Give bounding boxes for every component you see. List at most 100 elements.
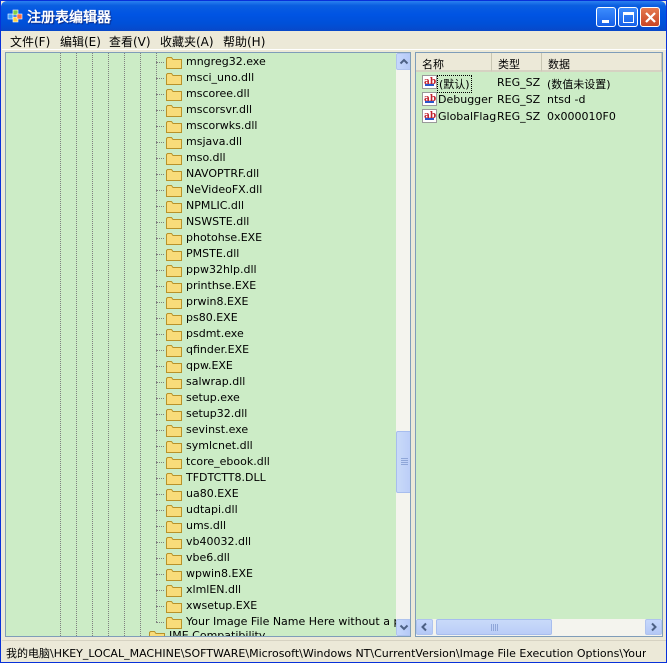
tree-item[interactable]: mscorwks.dll [6, 118, 392, 134]
registry-values-list[interactable]: 名称 类型 数据 ab (默认) REG_SZ (数值未设置) ab Debug… [415, 52, 663, 637]
tree-item[interactable]: msci_uno.dll [6, 70, 392, 86]
tree-item[interactable]: ums.dll [6, 518, 392, 534]
value-type: REG_SZ [497, 93, 541, 106]
tree-item[interactable]: printhse.EXE [6, 278, 392, 294]
tree-item[interactable]: NAVOPTRF.dll [6, 166, 392, 182]
status-bar: 我的电脑\HKEY_LOCAL_MACHINE\SOFTWARE\Microso… [2, 640, 666, 662]
tree-connector [156, 286, 164, 287]
tree-item[interactable]: xwsetup.EXE [6, 598, 392, 614]
value-row[interactable]: ab Debugger REG_SZ ntsd -d [416, 91, 662, 108]
tree-item-label: ua80.EXE [186, 487, 239, 500]
close-button[interactable] [640, 7, 660, 27]
scroll-up-button[interactable] [396, 53, 410, 70]
tree-item[interactable]: sevinst.exe [6, 422, 392, 438]
tree-item[interactable]: setup.exe [6, 390, 392, 406]
tree-item[interactable]: vb40032.dll [6, 534, 392, 550]
tree-item[interactable]: NPMLIC.dll [6, 198, 392, 214]
registry-key-tree[interactable]: mngreg32.exe msci_uno.dll mscoree.dll mscor… [5, 52, 411, 637]
menu-view[interactable]: 查看(V) [109, 33, 151, 50]
tree-item[interactable]: NeVideoFX.dll [6, 182, 392, 198]
tree-item[interactable]: qpw.EXE [6, 358, 392, 374]
tree-item[interactable]: msjava.dll [6, 134, 392, 150]
tree-item[interactable]: TFDTCTT8.DLL [6, 470, 392, 486]
tree-item[interactable]: vbe6.dll [6, 550, 392, 566]
value-row[interactable]: ab GlobalFlag REG_SZ 0x000010F0 [416, 108, 662, 125]
tree-item[interactable]: wpwin8.EXE [6, 566, 392, 582]
tree-item[interactable]: psdmt.exe [6, 326, 392, 342]
folder-icon [166, 137, 182, 149]
folder-icon [166, 473, 182, 485]
menu-file[interactable]: 文件(F) [10, 33, 50, 50]
tree-connector [156, 222, 164, 223]
tree-item[interactable]: mscorsvr.dll [6, 102, 392, 118]
tree-item[interactable]: udtapi.dll [6, 502, 392, 518]
folder-icon [166, 329, 182, 341]
tree-item-label: ppw32hlp.dll [186, 263, 257, 276]
tree-item[interactable]: mso.dll [6, 150, 392, 166]
title-bar[interactable]: 注册表编辑器 [1, 1, 666, 31]
tree-item[interactable]: ps80.EXE [6, 310, 392, 326]
tree-item[interactable]: ua80.EXE [6, 486, 392, 502]
tree-item[interactable]: salwrap.dll [6, 374, 392, 390]
folder-icon [166, 601, 182, 613]
value-row[interactable]: ab (默认) REG_SZ (数值未设置) [416, 74, 662, 93]
scroll-thumb[interactable] [396, 431, 410, 493]
tree-connector [156, 398, 164, 399]
column-header-type[interactable]: 类型 [492, 53, 542, 72]
scroll-left-button[interactable] [416, 619, 433, 635]
scroll-down-button[interactable] [396, 619, 410, 636]
maximize-button[interactable] [618, 7, 638, 27]
scroll-thumb[interactable] [436, 619, 552, 635]
folder-icon [166, 169, 182, 181]
menu-favorites[interactable]: 收藏夹(A) [160, 33, 214, 50]
tree-item[interactable]: symlcnet.dll [6, 438, 392, 454]
tree-connector [156, 542, 164, 543]
tree-item[interactable]: prwin8.EXE [6, 294, 392, 310]
tree-connector [156, 318, 164, 319]
tree-item[interactable]: PMSTE.dll [6, 246, 392, 262]
tree-connector [156, 238, 164, 239]
tree-item[interactable]: setup32.dll [6, 406, 392, 422]
folder-icon [166, 425, 182, 437]
tree-connector [156, 382, 164, 383]
regedit-window: 注册表编辑器 文件(F) 编辑(E) 查看(V) 收藏夹(A) 帮助(H) mn… [0, 0, 667, 663]
tree-item-label: NeVideoFX.dll [186, 183, 263, 196]
tree-item[interactable]: photohse.EXE [6, 230, 392, 246]
folder-icon [166, 457, 182, 469]
folder-icon [166, 217, 182, 229]
tree-item[interactable]: NSWSTE.dll [6, 214, 392, 230]
column-header-name[interactable]: 名称 [416, 53, 492, 72]
tree-vertical-scrollbar[interactable] [396, 53, 410, 636]
tree-item-partial[interactable]: IME Compatibility [6, 628, 392, 636]
tree-item-label: tcore_ebook.dll [186, 455, 270, 468]
tree-connector [156, 334, 164, 335]
tree-item[interactable]: xlmlEN.dll [6, 582, 392, 598]
list-horizontal-scrollbar[interactable] [416, 619, 662, 636]
folder-icon [166, 489, 182, 501]
menu-edit[interactable]: 编辑(E) [60, 33, 101, 50]
tree-item[interactable]: ppw32hlp.dll [6, 262, 392, 278]
folder-icon [166, 297, 182, 309]
close-icon [645, 12, 656, 23]
scroll-right-button[interactable] [645, 619, 662, 635]
tree-connector [156, 254, 164, 255]
value-data: (数值未设置) [547, 78, 611, 91]
folder-icon [166, 393, 182, 405]
string-value-icon: ab [422, 75, 437, 89]
column-header-data[interactable]: 数据 [542, 53, 662, 72]
tree-item[interactable]: mscoree.dll [6, 86, 392, 102]
minimize-button[interactable] [596, 7, 616, 27]
tree-item-label: qpw.EXE [186, 359, 233, 372]
tree-item[interactable]: qfinder.EXE [6, 342, 392, 358]
tree-item[interactable]: mngreg32.exe [6, 54, 392, 70]
tree-item-label: psdmt.exe [186, 327, 244, 340]
tree-item[interactable]: tcore_ebook.dll [6, 454, 392, 470]
folder-icon [166, 249, 182, 261]
menu-help[interactable]: 帮助(H) [223, 33, 265, 50]
tree-item-label: Your Image File Name Here without a path [186, 615, 411, 628]
tree-connector [156, 430, 164, 431]
tree-item-label: ps80.EXE [186, 311, 238, 324]
folder-icon [166, 121, 182, 133]
tree-connector [156, 590, 164, 591]
tree-item-label: qfinder.EXE [186, 343, 250, 356]
